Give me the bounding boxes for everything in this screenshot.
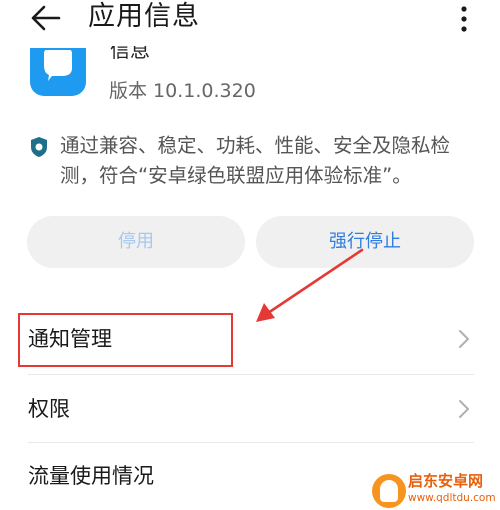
shield-check-icon — [31, 137, 47, 157]
certification-text: 通过兼容、稳定、功耗、性能、安全及隐私检测，符合“安卓绿色联盟应用体验标准”。 — [60, 134, 451, 187]
disable-button[interactable]: 停用 — [27, 216, 245, 268]
settings-item-label: 流量使用情况 — [28, 464, 154, 488]
watermark-brand: 启东安卓网 — [408, 472, 484, 490]
settings-item-label: 权限 — [28, 397, 70, 421]
chevron-right-icon — [459, 330, 469, 348]
chevron-right-icon — [459, 400, 469, 418]
watermark-logo-icon — [372, 474, 406, 508]
app-icon — [30, 48, 86, 96]
top-app-bar: 应用信息 — [0, 0, 500, 40]
message-bubble-icon — [44, 50, 72, 81]
back-arrow-icon[interactable] — [28, 2, 62, 34]
more-vertical-icon[interactable] — [454, 4, 474, 34]
watermark-url: www.qdltdu.com — [408, 492, 496, 504]
annotation-highlight-box — [18, 313, 233, 367]
force-stop-button[interactable]: 强行停止 — [256, 216, 474, 268]
page-title: 应用信息 — [88, 1, 200, 32]
settings-item-permissions[interactable]: 权限 — [0, 375, 500, 441]
app-name: 信息 — [110, 46, 150, 62]
app-info-screen: 应用信息 信息 版本 10.1.0.320 通过兼容、稳定、功耗、性能、安全及隐… — [0, 0, 500, 510]
app-version: 版本 10.1.0.320 — [109, 80, 256, 102]
site-watermark: 启东安卓网 www.qdltdu.com — [370, 470, 500, 510]
